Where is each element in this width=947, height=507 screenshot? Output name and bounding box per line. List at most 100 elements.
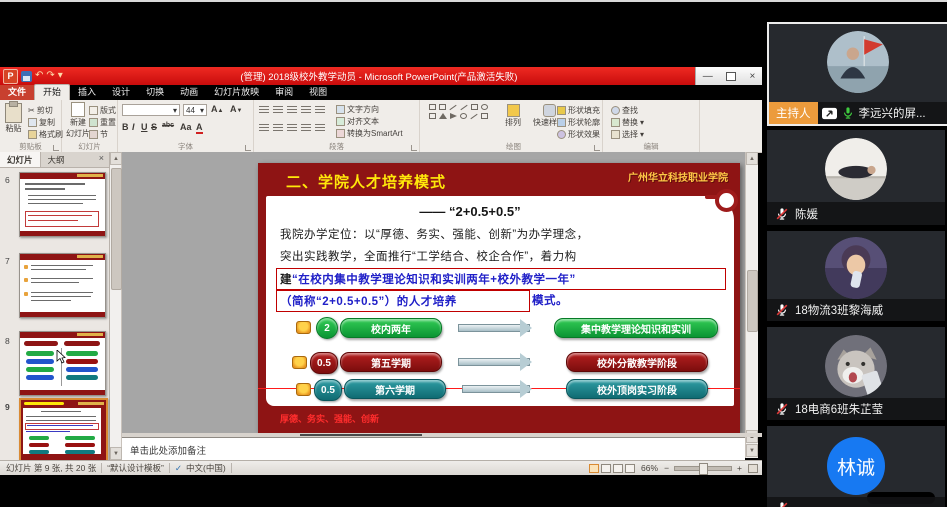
- underline-button[interactable]: U: [141, 122, 148, 132]
- tab-home[interactable]: 开始: [34, 84, 70, 100]
- arrange-button[interactable]: 排列: [505, 104, 521, 128]
- spellcheck-icon[interactable]: ✓: [175, 463, 182, 474]
- scroll-up-button[interactable]: ▲: [110, 152, 122, 165]
- shape-fill-button[interactable]: 形状填充: [557, 105, 600, 116]
- thumbnail-slide-9-current[interactable]: [19, 398, 108, 462]
- phase-badge: 2: [316, 317, 338, 339]
- undo-icon[interactable]: ↶: [35, 71, 43, 81]
- section-button[interactable]: 节: [89, 129, 108, 140]
- scrollbar-thumb[interactable]: [111, 168, 122, 290]
- tab-insert[interactable]: 插入: [70, 85, 104, 100]
- zoom-slider-thumb[interactable]: [699, 463, 708, 475]
- shrink-font-button[interactable]: A▼: [230, 104, 242, 114]
- dialog-launcher-icon[interactable]: [411, 145, 417, 151]
- indent-decrease-icon[interactable]: [287, 106, 297, 115]
- save-icon[interactable]: [21, 71, 32, 82]
- tab-slideshow[interactable]: 幻灯片放映: [206, 85, 267, 100]
- copy-button[interactable]: 复制: [28, 117, 55, 128]
- zoom-slider[interactable]: [674, 466, 732, 471]
- align-text-button[interactable]: 对齐文本: [336, 116, 379, 127]
- justify-icon[interactable]: [301, 124, 311, 133]
- panel-scrollbar[interactable]: ▲ ▼: [110, 152, 122, 460]
- dialog-launcher-icon[interactable]: [245, 145, 251, 151]
- slideshow-button[interactable]: [625, 464, 635, 473]
- panel-tab-slides[interactable]: 幻灯片: [0, 152, 41, 167]
- select-button[interactable]: 选择▾: [611, 129, 644, 140]
- find-button[interactable]: 查找: [611, 105, 638, 116]
- participant-tile[interactable]: 陈媛: [767, 130, 945, 225]
- zoom-out-button[interactable]: −: [664, 463, 669, 473]
- restore-button[interactable]: [726, 72, 736, 81]
- tab-view[interactable]: 视图: [301, 85, 335, 100]
- shapes-gallery[interactable]: [429, 104, 497, 119]
- columns-icon[interactable]: [315, 124, 325, 133]
- shape-outline-button[interactable]: 形状轮廓: [557, 117, 600, 128]
- numbering-icon[interactable]: [273, 106, 283, 115]
- zoom-in-button[interactable]: +: [737, 463, 742, 473]
- slide-canvas[interactable]: 二、学院人才培养模式 广州华立科技职业学院 —— “2+0.5+0.5” 我院办…: [258, 163, 740, 433]
- tab-file[interactable]: 文件: [0, 85, 34, 100]
- reading-view-button[interactable]: [613, 464, 623, 473]
- smartart-button[interactable]: 转换为SmartArt: [336, 128, 403, 139]
- normal-view-button[interactable]: [589, 464, 599, 473]
- replace-button[interactable]: 替换▾: [611, 117, 644, 128]
- strikethrough-button[interactable]: S: [151, 122, 157, 132]
- paste-button[interactable]: 粘贴: [5, 103, 22, 134]
- font-size-select[interactable]: 44▾: [183, 104, 207, 116]
- font-name-select[interactable]: ▾: [122, 104, 180, 116]
- minimize-button[interactable]: —: [703, 71, 713, 82]
- font-color-button[interactable]: A: [196, 122, 203, 134]
- shadow-button[interactable]: abc: [162, 122, 174, 129]
- format-painter-button[interactable]: 格式刷: [28, 129, 63, 140]
- bold-button[interactable]: B: [122, 122, 129, 132]
- layout-button[interactable]: 版式: [89, 105, 116, 116]
- participant-tile[interactable]: 18电商6班朱芷莹: [767, 327, 945, 420]
- desc-pill: 集中教学理论知识和实训: [554, 318, 718, 338]
- next-slide-button[interactable]: ▼: [746, 444, 758, 457]
- line-spacing-icon[interactable]: [315, 106, 325, 115]
- dialog-launcher-icon[interactable]: [53, 145, 59, 151]
- zoom-level[interactable]: 66%: [641, 463, 658, 473]
- participant-tile-host[interactable]: 主持人 李远兴的屏...: [767, 22, 947, 126]
- thumbnail-slide-8[interactable]: [19, 331, 106, 396]
- tab-design[interactable]: 设计: [104, 85, 138, 100]
- fit-to-window-button[interactable]: [748, 464, 758, 473]
- dialog-launcher-icon[interactable]: [594, 145, 600, 151]
- align-center-icon[interactable]: [273, 124, 283, 133]
- new-slide-button[interactable]: 新建幻灯片: [66, 102, 90, 139]
- scroll-down-button[interactable]: ▼: [110, 447, 122, 460]
- bullets-icon[interactable]: [259, 106, 269, 115]
- cut-button[interactable]: ✂ 剪切: [28, 105, 53, 116]
- participant-tile[interactable]: 林诚: [767, 426, 945, 507]
- participant-avatar: [825, 138, 887, 200]
- change-case-button[interactable]: Aa: [180, 122, 192, 132]
- redo-icon[interactable]: ↷: [46, 71, 54, 81]
- slide-sorter-button[interactable]: [601, 464, 611, 473]
- indent-increase-icon[interactable]: [301, 106, 311, 115]
- shape-effects-button[interactable]: 形状效果: [557, 129, 600, 140]
- text-direction-icon: [336, 105, 345, 114]
- thumbnail-slide-6[interactable]: [19, 172, 106, 237]
- align-right-icon[interactable]: [287, 124, 297, 133]
- reset-button[interactable]: 重置: [89, 117, 116, 128]
- grow-font-button[interactable]: A▲: [211, 104, 223, 114]
- language-label[interactable]: 中文(中国): [186, 462, 226, 474]
- thumbnail-slide-7[interactable]: [19, 253, 106, 318]
- panel-tab-outline[interactable]: 大纲: [41, 152, 72, 167]
- powerpoint-logo-icon[interactable]: P: [3, 69, 18, 84]
- italic-button[interactable]: I: [132, 122, 135, 132]
- tab-transitions[interactable]: 切换: [138, 85, 172, 100]
- close-button[interactable]: ×: [749, 71, 755, 82]
- main-scrollbar[interactable]: ▲ ▲ ▼: [745, 152, 758, 458]
- tab-animations[interactable]: 动画: [172, 85, 206, 100]
- text-direction-button[interactable]: 文字方向: [336, 104, 379, 115]
- participant-tile[interactable]: 18物流3班黎海威: [767, 231, 945, 321]
- scrollbar-thumb[interactable]: [747, 270, 758, 332]
- scroll-up-button[interactable]: ▲: [746, 152, 758, 165]
- status-right-controls: 66% − +: [589, 463, 758, 473]
- panel-close-icon[interactable]: ×: [94, 152, 109, 167]
- notes-pane[interactable]: 单击此处添加备注: [122, 437, 745, 460]
- shape-effects-icon: [557, 130, 566, 139]
- align-left-icon[interactable]: [259, 124, 269, 133]
- tab-review[interactable]: 审阅: [267, 85, 301, 100]
